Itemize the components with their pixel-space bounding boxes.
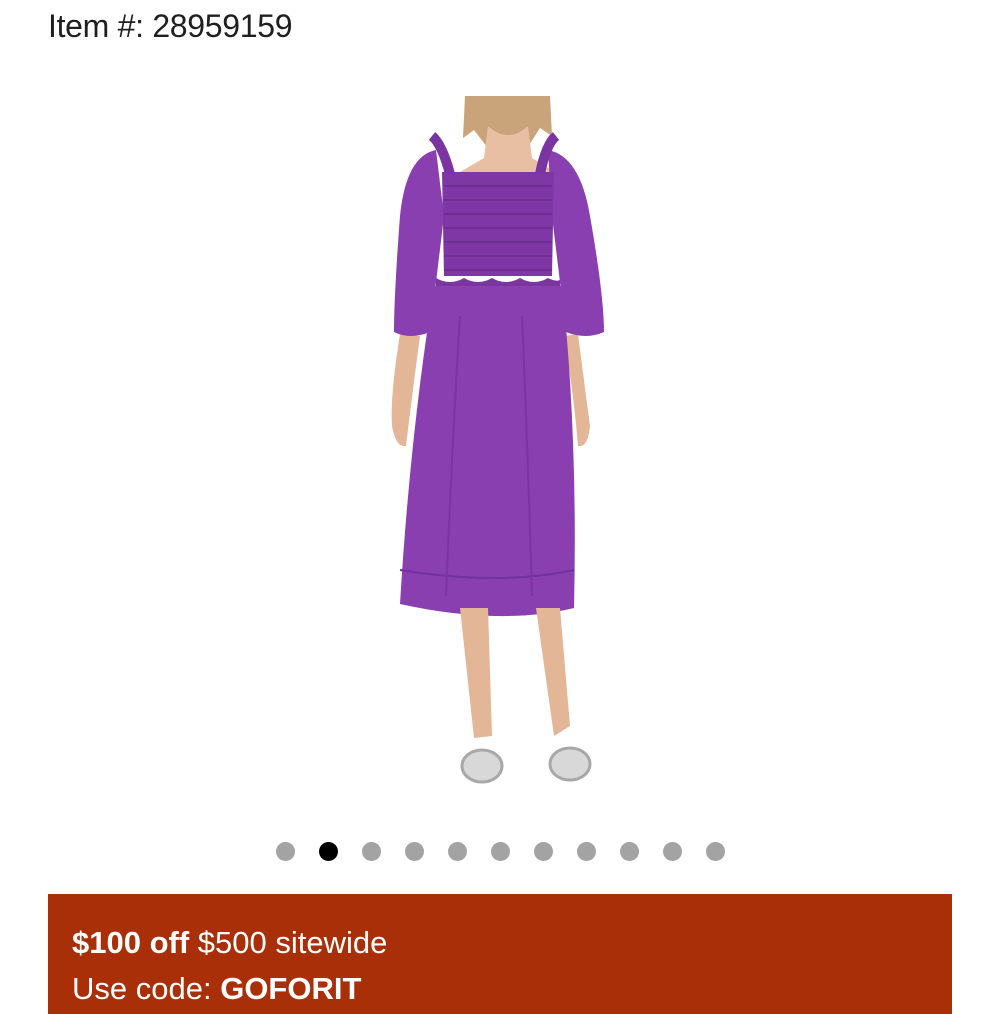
carousel-dot[interactable] — [275, 842, 295, 861]
carousel-dot[interactable] — [404, 842, 424, 861]
item-number-label: Item #: — [48, 8, 144, 44]
item-number: Item #: 28959159 — [48, 6, 293, 46]
product-image[interactable] — [260, 96, 740, 796]
carousel-dot[interactable] — [705, 842, 725, 861]
promo-code-label: Use code: — [72, 971, 212, 1006]
dress-photo-icon — [391, 96, 604, 784]
carousel-dot[interactable] — [533, 842, 553, 861]
carousel-dot[interactable] — [662, 842, 682, 861]
carousel-dot[interactable] — [447, 842, 467, 861]
carousel-dot-active[interactable] — [318, 842, 338, 861]
promo-code-line: Use code: GOFORIT — [72, 966, 952, 1012]
item-number-value: 28959159 — [152, 8, 293, 44]
promo-discount-rest: $500 sitewide — [197, 925, 388, 960]
image-carousel-dots — [0, 842, 1000, 861]
carousel-dot[interactable] — [619, 842, 639, 861]
promo-discount-amount: $100 off — [72, 925, 190, 960]
promo-code: GOFORIT — [220, 971, 362, 1006]
promo-banner[interactable]: $100 off $500 sitewide Use code: GOFORIT — [48, 894, 952, 1014]
carousel-dot[interactable] — [361, 842, 381, 861]
promo-discount: $100 off $500 sitewide — [72, 920, 952, 966]
carousel-dot[interactable] — [490, 842, 510, 861]
carousel-dot[interactable] — [576, 842, 596, 861]
